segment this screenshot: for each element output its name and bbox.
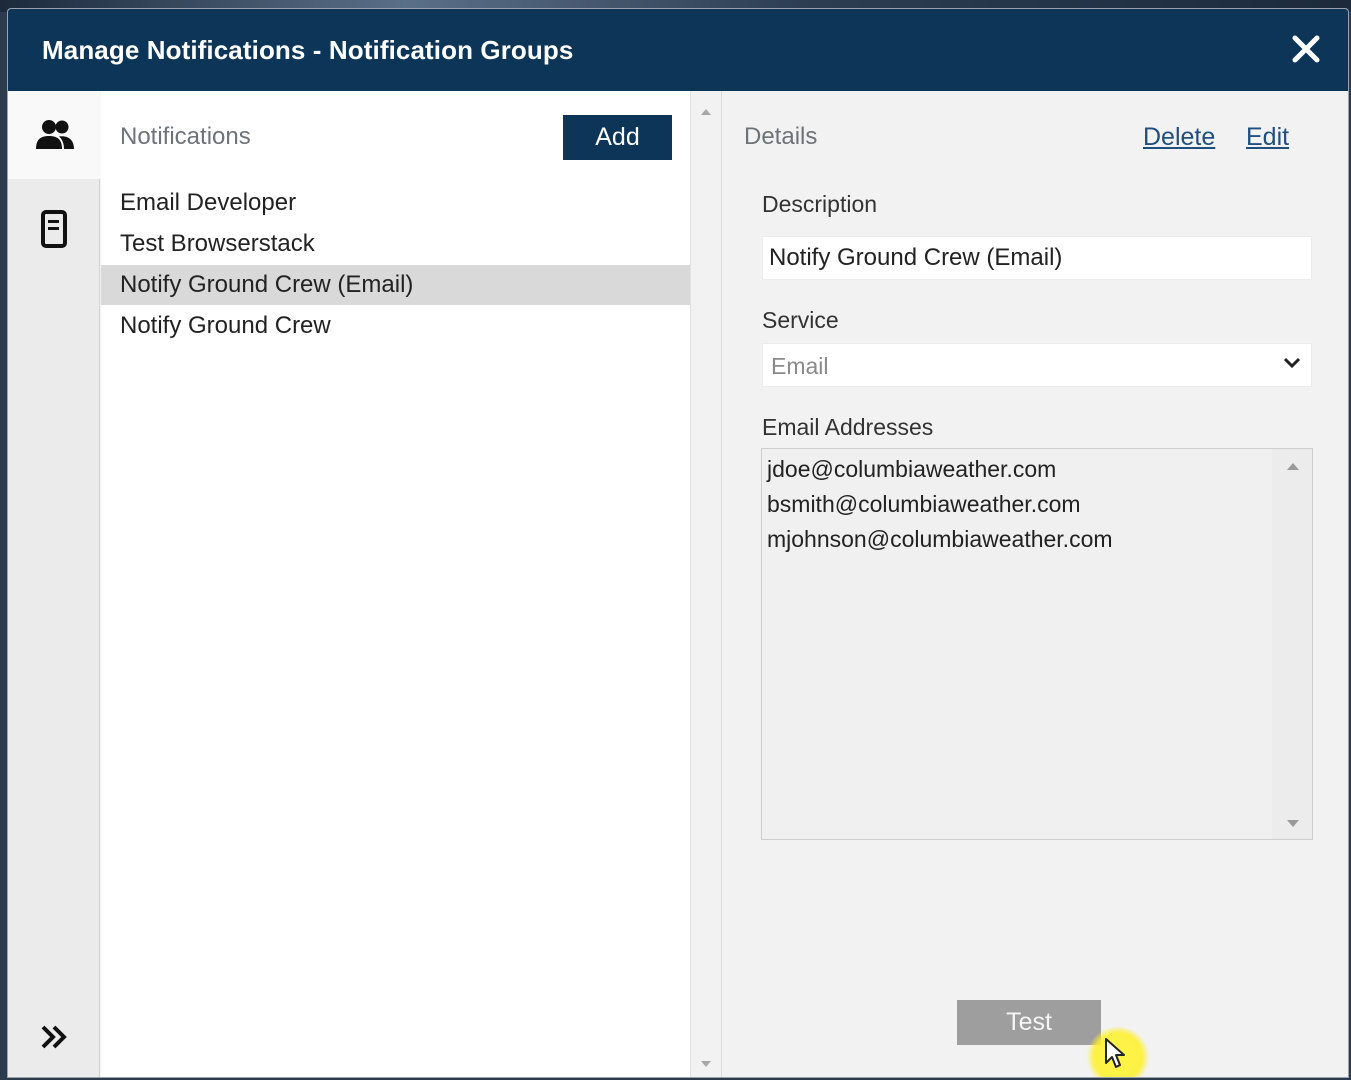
list-item[interactable]: Notify Ground Crew <box>101 306 690 346</box>
scroll-up-arrow-icon[interactable] <box>1287 463 1299 470</box>
close-icon <box>1292 35 1320 63</box>
manage-notifications-dialog: Manage Notifications - Notification Grou… <box>7 8 1349 1078</box>
textarea-scrollbar[interactable] <box>1272 449 1312 839</box>
dialog-title: Manage Notifications - Notification Grou… <box>42 35 574 65</box>
service-selected-value: Email <box>771 353 829 379</box>
close-button[interactable] <box>1288 31 1324 67</box>
notifications-heading: Notifications <box>120 123 251 150</box>
service-select[interactable]: Email <box>762 343 1312 387</box>
list-item[interactable]: Email Developer <box>101 183 690 223</box>
people-icon <box>35 120 74 149</box>
nav-notification-templates[interactable] <box>8 185 100 273</box>
email-addresses-textarea[interactable]: jdoe@columbiaweather.com bsmith@columbia… <box>761 448 1313 840</box>
service-label: Service <box>762 307 839 333</box>
email-address-lines: jdoe@columbiaweather.com bsmith@columbia… <box>767 457 1113 562</box>
description-field[interactable] <box>762 236 1312 280</box>
document-icon <box>41 210 67 248</box>
double-chevron-right-icon <box>41 1025 67 1049</box>
email-addresses-label: Email Addresses <box>762 414 934 440</box>
edit-link[interactable]: Edit <box>1246 123 1289 152</box>
expand-nav-button[interactable] <box>8 1017 100 1057</box>
add-button[interactable]: Add <box>563 115 672 160</box>
dialog-titlebar: Manage Notifications - Notification Grou… <box>8 9 1348 91</box>
chevron-down-icon <box>1283 357 1301 369</box>
list-item[interactable]: Test Browserstack <box>101 224 690 264</box>
email-address-line: jdoe@columbiaweather.com <box>767 456 1057 482</box>
email-address-line: bsmith@columbiaweather.com <box>767 491 1081 517</box>
side-nav <box>8 91 101 1077</box>
list-scrollbar[interactable] <box>690 91 722 1077</box>
notifications-list: Email Developer Test Browserstack Notify… <box>101 183 690 347</box>
email-address-line: mjohnson@columbiaweather.com <box>767 526 1113 552</box>
details-heading: Details <box>744 123 818 150</box>
scroll-down-arrow-icon[interactable] <box>701 1061 711 1067</box>
nav-notification-groups[interactable] <box>8 91 101 179</box>
details-panel: Details Delete Edit Description Service … <box>722 91 1348 1077</box>
delete-link[interactable]: Delete <box>1143 123 1215 152</box>
list-item-selected[interactable]: Notify Ground Crew (Email) <box>101 265 690 305</box>
notifications-list-panel: Notifications Add Email Developer Test B… <box>101 91 690 1077</box>
test-button[interactable]: Test <box>957 1000 1101 1045</box>
scroll-down-arrow-icon[interactable] <box>1287 820 1299 827</box>
description-label: Description <box>762 191 878 217</box>
scroll-up-arrow-icon[interactable] <box>701 109 711 115</box>
mouse-pointer-icon <box>1105 1038 1125 1068</box>
